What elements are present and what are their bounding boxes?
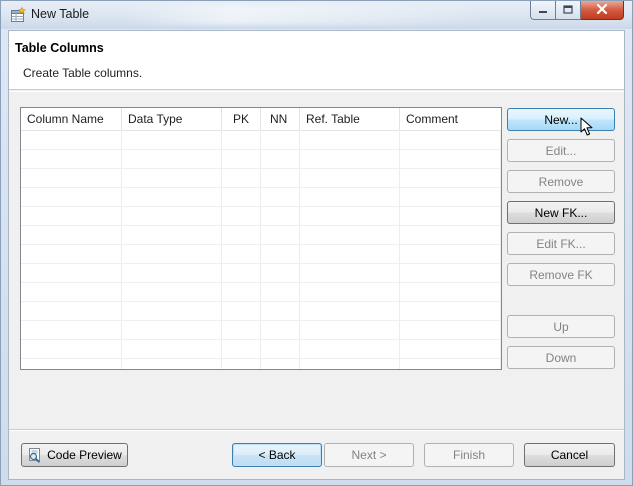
footer-divider-highlight (9, 430, 624, 431)
grid-line (21, 244, 501, 245)
grid-line (21, 263, 501, 264)
move-down-button[interactable]: Down (507, 346, 615, 369)
grid-line (21, 187, 501, 188)
table-header: Column Name Data Type PK NN Ref. Table C… (21, 108, 501, 131)
grid-line (500, 130, 501, 369)
remove-fk-button[interactable]: Remove FK (507, 263, 615, 286)
edit-column-button[interactable]: Edit... (507, 139, 615, 162)
column-header-nn[interactable]: NN (261, 108, 300, 130)
column-header-name[interactable]: Column Name (21, 108, 122, 130)
table-wizard-icon (10, 6, 26, 23)
grid-line (299, 130, 300, 369)
close-icon (596, 1, 608, 19)
window-title: New Table (31, 7, 90, 21)
grid-line (21, 282, 501, 283)
page-description: Create Table columns. (23, 66, 143, 80)
grid-line (399, 130, 400, 369)
minimize-icon (538, 1, 548, 19)
grid-line (21, 301, 501, 302)
finish-button[interactable]: Finish (424, 443, 514, 467)
grid-line (21, 339, 501, 340)
new-column-button[interactable]: New... (507, 108, 615, 131)
grid-line (21, 358, 501, 359)
next-button[interactable]: Next > (324, 443, 414, 467)
grid-line (221, 130, 222, 369)
cancel-button[interactable]: Cancel (524, 443, 615, 467)
grid-line (21, 225, 501, 226)
grid-line (121, 130, 122, 369)
window-controls (530, 1, 624, 21)
dialog-window: New Table Table Columns Create Table col… (0, 0, 633, 486)
code-preview-label: Code Preview (47, 448, 122, 462)
header-divider (9, 91, 624, 92)
back-button[interactable]: < Back (232, 443, 322, 467)
title-bar-glare (119, 5, 499, 25)
edit-fk-button[interactable]: Edit FK... (507, 232, 615, 255)
mouse-pointer-icon (580, 117, 594, 137)
new-fk-button[interactable]: New FK... (507, 201, 615, 224)
magnifier-document-icon (27, 447, 42, 463)
columns-table[interactable]: Column Name Data Type PK NN Ref. Table C… (20, 107, 502, 370)
page-title: Table Columns (15, 41, 104, 55)
grid-line (21, 168, 501, 169)
grid-line (21, 206, 501, 207)
code-preview-button[interactable]: Code Preview (21, 443, 128, 467)
grid-line (21, 149, 501, 150)
column-header-pk[interactable]: PK (222, 108, 261, 130)
maximize-button[interactable] (556, 1, 581, 20)
title-bar[interactable]: New Table (1, 1, 632, 29)
move-up-button[interactable]: Up (507, 315, 615, 338)
column-header-comment[interactable]: Comment (400, 108, 501, 130)
close-button[interactable] (581, 1, 624, 20)
page-header: Table Columns Create Table columns. (9, 31, 624, 90)
column-header-data-type[interactable]: Data Type (122, 108, 222, 130)
column-header-ref-table[interactable]: Ref. Table (300, 108, 400, 130)
minimize-button[interactable] (530, 1, 556, 20)
remove-column-button[interactable]: Remove (507, 170, 615, 193)
grid-line (21, 320, 501, 321)
grid-line (260, 130, 261, 369)
maximize-icon (563, 1, 573, 19)
wizard-page: Table Columns Create Table columns. Colu… (8, 30, 625, 480)
